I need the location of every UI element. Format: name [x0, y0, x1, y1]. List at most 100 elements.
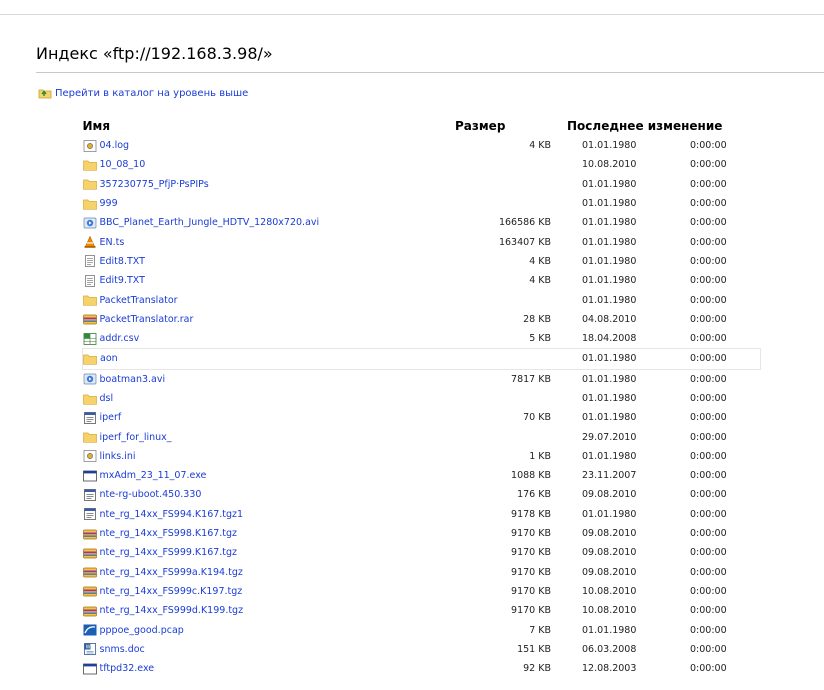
file-link[interactable]: mxAdm_23_11_07.exe [100, 470, 207, 481]
file-date: 23.11.2007 [582, 470, 637, 482]
pcap-file-icon [83, 624, 96, 636]
file-name-cell: nte_rg_14xx_FS999d.K199.tgz [82, 601, 456, 620]
file-link[interactable]: addr.csv [100, 333, 140, 344]
file-date: 01.01.1980 [582, 275, 637, 287]
table-header-row: Имя Размер Последнее изменение [83, 116, 761, 136]
file-link[interactable]: pppoe_good.pcap [100, 625, 184, 636]
file-link[interactable]: PacketTranslator.rar [100, 314, 194, 325]
file-link[interactable]: snms.doc [100, 644, 145, 655]
file-link[interactable]: nte-rg-uboot.450.330 [100, 489, 202, 500]
folder-icon [82, 160, 97, 171]
file-name-cell: nte_rg_14xx_FS998.K167.tgz [82, 524, 456, 543]
file-name-cell: PacketTranslator [82, 290, 456, 309]
file-link[interactable]: 04.log [100, 140, 130, 151]
file-link[interactable]: 357230775_PfjP·PsPIPs [100, 179, 209, 190]
file-link[interactable]: nte_rg_14xx_FS998.K167.tgz [100, 528, 238, 539]
file-link[interactable]: BBC_Planet_Earth_Jungle_HDTV_1280x720.av… [100, 217, 320, 228]
file-size: 5 KB [529, 333, 551, 345]
parent-directory-link[interactable]: Перейти в каталог на уровень выше [38, 86, 248, 100]
file-link[interactable]: EN.ts [100, 237, 125, 248]
table-row: nte_rg_14xx_FS994.K167.tgz1 9178 KB 01.01.… [83, 505, 761, 524]
file-date: 01.01.1980 [582, 373, 637, 385]
spreadsheet-file-icon [83, 332, 96, 345]
file-date: 10.08.2010 [582, 585, 637, 597]
file-size: 9170 KB [511, 585, 551, 597]
file-date: 01.01.1980 [582, 217, 637, 229]
file-size: 4 KB [529, 275, 551, 287]
file-date: 09.08.2010 [582, 547, 637, 559]
file-date: 01.01.1980 [582, 178, 637, 190]
file-date: 01.01.1980 [582, 294, 637, 306]
file-time: 0:00:00 [690, 373, 727, 385]
file-link[interactable]: nte_rg_14xx_FS994.K167.tgz1 [100, 509, 244, 520]
file-size: 9170 KB [511, 528, 551, 540]
table-row: EN.ts 163407 KB 01.01.1980 0:00:00 [83, 232, 761, 251]
file-date: 01.01.1980 [582, 624, 637, 636]
file-link[interactable]: nte_rg_14xx_FS999a.K194.tgz [100, 567, 243, 578]
file-date: 01.01.1980 [551, 348, 690, 370]
document-file-icon [84, 255, 95, 268]
file-link[interactable]: 999 [100, 198, 118, 209]
file-link[interactable]: PacketTranslator [100, 295, 178, 306]
file-date: 09.08.2010 [582, 489, 637, 501]
file-name-cell: mxAdm_23_11_07.exe [82, 466, 456, 485]
file-size: 9170 KB [511, 605, 551, 617]
page-title: Индекс «ftp://192.168.3.98/» [36, 44, 273, 63]
table-row: BBC_Planet_Earth_Jungle_HDTV_1280x720.av… [83, 213, 761, 232]
table-row: nte_rg_14xx_FS999a.K194.tgz 9170 KB 09.08.… [82, 563, 761, 582]
table-row: 999 01.01.1980 0:00:00 [82, 194, 761, 213]
file-size: 176 KB [517, 489, 551, 501]
file-name-cell: dsl [82, 389, 456, 408]
file-size [455, 427, 551, 446]
file-name-cell: nte_rg_14xx_FS999c.K197.tgz [82, 582, 456, 601]
file-name-cell: iperf_for_linux_ [82, 427, 456, 446]
file-link[interactable]: aon [100, 353, 118, 364]
file-name-cell: addr.csv [83, 329, 456, 349]
table-row: tftpd32.exe 92 KB 12.08.2003 0:00:00 [82, 659, 761, 678]
file-size [455, 175, 551, 194]
file-name-cell: 04.log [83, 136, 456, 155]
file-link[interactable]: links.ini [100, 451, 136, 462]
file-link[interactable]: iperf [100, 412, 122, 423]
file-link[interactable]: Edit8.TXT [100, 256, 145, 267]
file-name-cell: Wsnms.doc [83, 640, 456, 659]
table-row: links.ini 1 KB 01.01.1980 0:00:00 [83, 447, 761, 466]
file-link[interactable]: Edit9.TXT [100, 275, 145, 286]
column-header-modified[interactable]: Последнее изменение [551, 116, 761, 136]
file-date: 01.01.1980 [582, 140, 637, 152]
column-header-size[interactable]: Размер [455, 116, 551, 136]
file-link[interactable]: dsl [100, 393, 114, 404]
file-name-cell: aon [82, 348, 455, 370]
file-link[interactable]: nte_rg_14xx_FS999.K167.tgz [100, 547, 238, 558]
file-name-cell: tftpd32.exe [82, 659, 456, 678]
file-size: 4 KB [529, 255, 551, 267]
file-name-cell: PacketTranslator.rar [82, 310, 456, 329]
file-link[interactable]: iperf_for_linux_ [100, 432, 172, 443]
archive-file-icon [82, 567, 97, 578]
file-link[interactable]: nte_rg_14xx_FS999c.K197.tgz [100, 586, 243, 597]
table-row: Wsnms.doc 151 KB 06.03.2008 0:00:00 [83, 640, 761, 659]
file-size: 1 KB [529, 450, 551, 462]
file-date: 09.08.2010 [582, 528, 637, 540]
file-size: 7 KB [529, 624, 551, 636]
file-size: 28 KB [523, 313, 551, 325]
file-link[interactable]: nte_rg_14xx_FS999d.K199.tgz [100, 605, 244, 616]
file-time: 0:00:00 [690, 275, 727, 287]
file-link[interactable]: 10_08_10 [100, 159, 146, 170]
file-date: 01.01.1980 [582, 508, 637, 520]
table-row: nte_rg_14xx_FS999.K167.tgz 9170 KB 09.08.2… [82, 543, 761, 562]
binary-file-icon [83, 411, 96, 424]
file-time: 0:00:00 [690, 140, 727, 152]
file-date: 01.01.1980 [582, 412, 637, 424]
file-link[interactable]: tftpd32.exe [100, 663, 155, 674]
browser-top-edge [0, 0, 824, 15]
svg-text:W: W [85, 645, 90, 651]
file-date: 01.01.1980 [582, 393, 637, 404]
file-date: 10.08.2010 [582, 159, 637, 171]
file-link[interactable]: boatman3.avi [100, 374, 166, 385]
folder-up-icon [38, 89, 52, 99]
column-header-name[interactable]: Имя [83, 116, 456, 136]
file-time: 0:00:00 [690, 663, 727, 675]
file-size [455, 389, 551, 408]
file-name-cell: 10_08_10 [82, 155, 456, 174]
